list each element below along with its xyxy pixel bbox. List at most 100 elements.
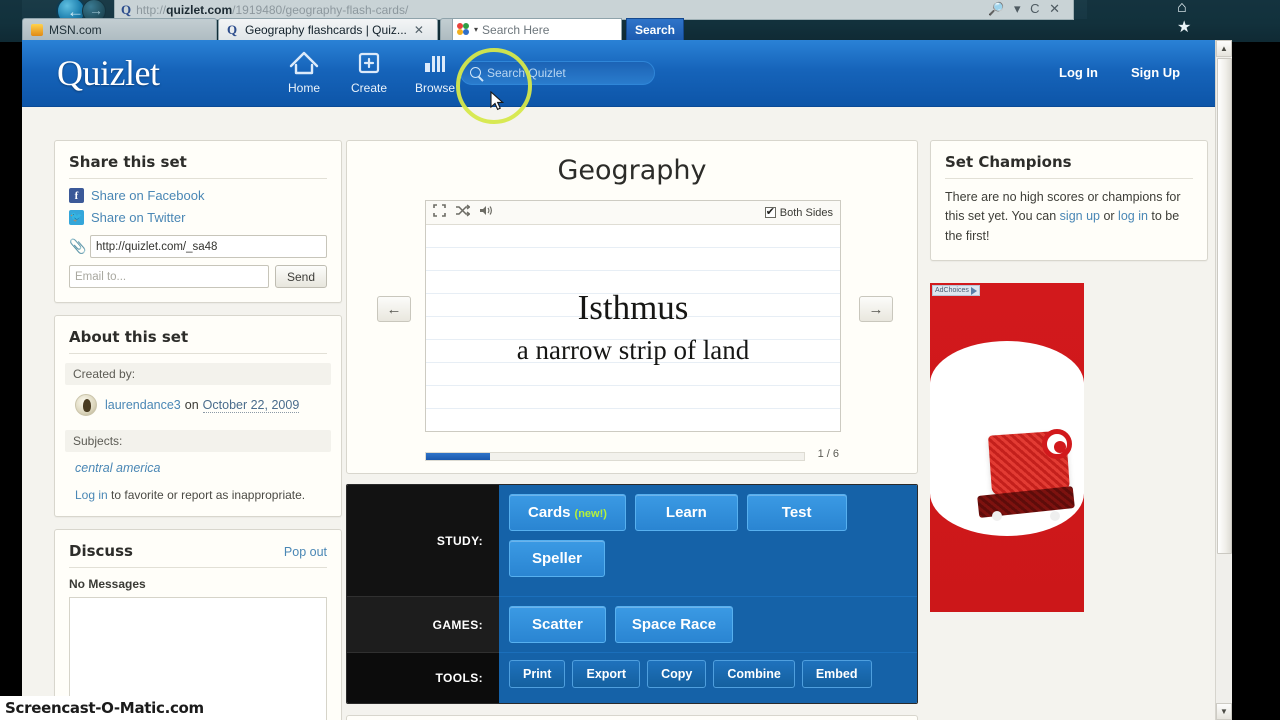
study-learn-button[interactable]: Learn bbox=[634, 494, 738, 531]
study-modes-panel: STUDY: Cards (new!) Learn Test Speller GA… bbox=[346, 484, 918, 704]
share-facebook-link[interactable]: f Share on Facebook bbox=[69, 188, 327, 203]
adchoices-label: AdChoices bbox=[935, 287, 969, 295]
browser-tab-quizlet[interactable]: Q Geography flashcards | Quiz... ✕ bbox=[218, 18, 438, 41]
tool-print-button[interactable]: Print bbox=[509, 660, 566, 688]
game-space-race-button[interactable]: Space Race bbox=[614, 606, 734, 643]
page-scrollbar[interactable]: ▲ ▼ bbox=[1215, 40, 1232, 720]
discuss-title: Discuss bbox=[69, 542, 133, 560]
login-link-footnote[interactable]: Log in bbox=[75, 488, 108, 502]
about-title: About this set bbox=[69, 328, 327, 354]
study-row-label: STUDY: bbox=[347, 485, 499, 597]
previous-card-button[interactable]: ← bbox=[377, 296, 411, 322]
share-email-row: Send bbox=[69, 265, 327, 288]
champions-login-link[interactable]: log in bbox=[1118, 209, 1148, 223]
on-word: on bbox=[184, 398, 199, 412]
browser-search-placeholder: Search Here bbox=[482, 22, 550, 37]
audio-icon[interactable] bbox=[479, 204, 493, 222]
tool-embed-button[interactable]: Embed bbox=[801, 660, 872, 688]
card-position: 1 / 6 bbox=[817, 448, 839, 460]
about-footnote: Log in to favorite or report as inapprop… bbox=[69, 488, 327, 502]
share-send-button[interactable]: Send bbox=[274, 265, 327, 288]
study-cards-label: Cards bbox=[528, 504, 571, 521]
study-cards-button[interactable]: Cards (new!) bbox=[509, 494, 626, 531]
site-header: Quizlet Home Create Browse Search Quizle… bbox=[22, 40, 1232, 107]
url-field[interactable]: Q http:// quizlet.com /1919480/geography… bbox=[114, 0, 1074, 20]
tool-combine-button[interactable]: Combine bbox=[713, 660, 795, 688]
scroll-thumb[interactable] bbox=[1217, 58, 1232, 554]
site-search-placeholder: Search Quizlet bbox=[487, 66, 566, 80]
new-badge: (new!) bbox=[574, 508, 607, 520]
created-by-label: Created by: bbox=[65, 363, 331, 385]
games-row: GAMES: Scatter Space Race bbox=[347, 597, 917, 653]
terms-bar: 6 terms Order by Default ▼ bbox=[346, 715, 918, 720]
nav-browse[interactable]: Browse bbox=[403, 49, 467, 95]
quizlet-favicon-icon: Q bbox=[227, 22, 238, 37]
site-search-input[interactable]: Search Quizlet bbox=[460, 61, 655, 85]
right-sidebar: Set Champions There are no high scores o… bbox=[930, 140, 1208, 613]
adchoices-badge[interactable]: AdChoices bbox=[932, 285, 980, 297]
champions-signup-link[interactable]: sign up bbox=[1060, 209, 1100, 223]
tool-export-button[interactable]: Export bbox=[572, 660, 641, 688]
close-tab-icon[interactable]: ✕ bbox=[414, 23, 424, 37]
discuss-popout-link[interactable]: Pop out bbox=[284, 545, 327, 559]
nav-home[interactable]: Home bbox=[272, 49, 336, 95]
home-icon bbox=[272, 49, 336, 79]
tools-row: TOOLS: Print Export Copy Combine Embed bbox=[347, 653, 917, 703]
share-twitter-link[interactable]: 🐦 Share on Twitter bbox=[69, 210, 327, 225]
game-scatter-button[interactable]: Scatter bbox=[509, 606, 606, 643]
set-panel: Geography ✔ Both Sides Isthmus a narrow … bbox=[346, 140, 918, 474]
address-bar-tools[interactable]: 🔎 ▾ C ✕ bbox=[988, 1, 1063, 17]
champions-text-2: or bbox=[1099, 209, 1119, 224]
flashcard-definition: a narrow strip of land bbox=[516, 335, 750, 366]
browser-search-button[interactable]: Search bbox=[626, 18, 684, 41]
quizlet-logo[interactable]: Quizlet bbox=[57, 52, 160, 94]
fullscreen-icon[interactable] bbox=[433, 203, 446, 222]
paperclip-icon: 📎 bbox=[69, 238, 87, 254]
discuss-header: Discuss Pop out bbox=[69, 542, 327, 568]
progress-bar-fill bbox=[426, 453, 491, 460]
avatar bbox=[75, 394, 97, 416]
study-speller-button[interactable]: Speller bbox=[509, 540, 606, 577]
author-link[interactable]: laurendance3 bbox=[105, 398, 181, 412]
screen-root: ← → Q http:// quizlet.com /1919480/geogr… bbox=[0, 0, 1280, 720]
forward-arrow-icon: → bbox=[89, 2, 103, 18]
both-sides-label: Both Sides bbox=[779, 206, 833, 219]
scroll-down-button[interactable]: ▼ bbox=[1216, 703, 1232, 720]
browser-search-input[interactable]: ▾ Search Here bbox=[452, 18, 622, 41]
both-sides-toggle[interactable]: Both Sides bbox=[764, 205, 833, 219]
login-link[interactable]: Log In bbox=[1059, 65, 1098, 80]
study-test-button[interactable]: Test bbox=[746, 494, 847, 531]
tools-row-label: TOOLS: bbox=[347, 653, 499, 703]
flashcard-progress-row: 1 / 6 bbox=[425, 448, 839, 463]
create-plus-icon bbox=[337, 49, 401, 79]
signup-link[interactable]: Sign Up bbox=[1131, 65, 1180, 80]
share-title: Share this set bbox=[69, 153, 327, 179]
flashcard-content: Isthmus a narrow strip of land bbox=[426, 225, 840, 431]
advertisement-banner[interactable]: AdChoices bbox=[930, 283, 1084, 613]
twitter-icon: 🐦 bbox=[69, 210, 84, 225]
site-favicon-icon: Q bbox=[121, 1, 132, 17]
browser-chrome: ← → Q http:// quizlet.com /1919480/geogr… bbox=[0, 0, 1280, 56]
page-viewport: Quizlet Home Create Browse Search Quizle… bbox=[22, 40, 1232, 720]
scroll-up-button[interactable]: ▲ bbox=[1216, 40, 1232, 57]
next-card-button[interactable]: → bbox=[859, 296, 893, 322]
share-this-set-card: Share this set f Share on Facebook 🐦 Sha… bbox=[54, 140, 342, 303]
share-email-input[interactable] bbox=[69, 265, 269, 288]
tools-row-buttons: Print Export Copy Combine Embed bbox=[499, 653, 917, 703]
progress-bar[interactable] bbox=[425, 452, 805, 461]
browse-bars-icon bbox=[403, 49, 467, 79]
shuffle-icon[interactable] bbox=[455, 203, 471, 222]
address-bar: ← → Q http:// quizlet.com /1919480/geogr… bbox=[22, 0, 1191, 56]
nav-create[interactable]: Create bbox=[337, 49, 401, 95]
both-sides-checkbox[interactable] bbox=[764, 205, 776, 218]
about-this-set-card: About this set Created by: laurendance3 … bbox=[54, 315, 342, 517]
browser-tab-msn[interactable]: MSN.com bbox=[22, 18, 217, 41]
subject-link-central-america[interactable]: central america bbox=[69, 461, 327, 475]
flashcard[interactable]: Both Sides Isthmus a narrow strip of lan… bbox=[425, 200, 841, 432]
subjects-label: Subjects: bbox=[65, 430, 331, 452]
tool-copy-button[interactable]: Copy bbox=[647, 660, 707, 688]
share-url-input[interactable] bbox=[90, 235, 327, 258]
chevron-down-icon[interactable]: ▾ bbox=[474, 25, 478, 34]
discuss-card: Discuss Pop out No Messages bbox=[54, 529, 342, 720]
creator-row: laurendance3 on October 22, 2009 bbox=[69, 394, 327, 416]
